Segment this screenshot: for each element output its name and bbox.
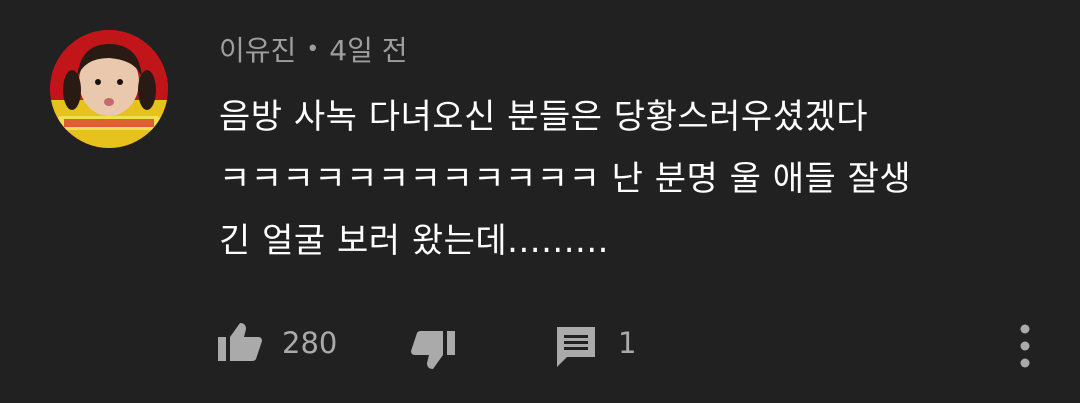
comment-text-line: 음방 사녹 다녀오신 분들은 당황스러우셨겠다 xyxy=(219,97,869,137)
author-name[interactable]: 이유진 xyxy=(219,29,296,69)
thumbs-up-icon xyxy=(218,323,262,361)
like-button[interactable] xyxy=(214,320,266,364)
comment-item: 이유진 • 4일 전 음방 사녹 다녀오신 분들은 당황스러우셨겠다 ㅋㅋㅋㅋㅋ… xyxy=(0,0,1080,403)
comment-header: 이유진 • 4일 전 xyxy=(219,29,408,69)
comment-text-line: ㅋㅋㅋㅋㅋㅋㅋㅋㅋㅋㅋㅋ 난 분명 울 애들 잘생 xyxy=(219,159,912,199)
timestamp[interactable]: 4일 전 xyxy=(329,29,407,69)
reply-count: 1 xyxy=(618,326,637,360)
reply-button[interactable] xyxy=(554,324,598,370)
more-options-button[interactable] xyxy=(1010,320,1040,372)
more-vertical-icon xyxy=(1020,324,1030,368)
thumbs-down-icon xyxy=(411,331,455,369)
comment-actions: 280 1 xyxy=(0,318,1080,374)
like-count: 280 xyxy=(282,326,338,360)
comment-icon xyxy=(557,327,595,367)
comment-text-line: 긴 얼굴 보러 왔는데......... xyxy=(219,221,609,261)
author-avatar[interactable] xyxy=(50,30,168,148)
dislike-button[interactable] xyxy=(408,328,458,372)
comment-text: 음방 사녹 다녀오신 분들은 당황스러우셨겠다 ㅋㅋㅋㅋㅋㅋㅋㅋㅋㅋㅋㅋ 난 분… xyxy=(219,86,1019,272)
avatar-image xyxy=(50,30,168,148)
separator-dot: • xyxy=(306,36,320,62)
